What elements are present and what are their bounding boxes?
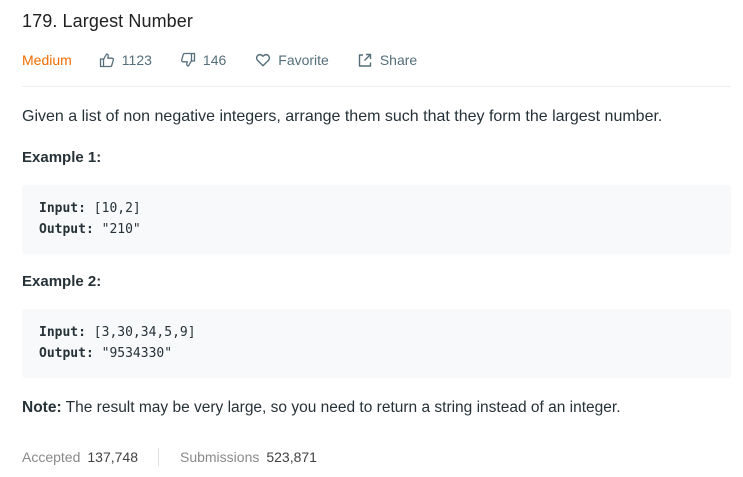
like-count: 1123 [121,52,152,68]
example-1-input-value: [10,2] [93,201,141,216]
example-1-output-line: Output: "210" [39,219,714,240]
example-1-input-line: Input: [10,2] [39,198,714,219]
example-2-output-value: "9534330" [101,346,173,361]
like-button[interactable]: 1123 [99,52,152,68]
example-2-input-line: Input: [3,30,34,5,9] [39,322,714,343]
difficulty-badge: Medium [22,52,72,68]
share-button[interactable]: Share [357,52,417,68]
dislike-button[interactable]: 146 [180,52,226,68]
problem-meta-bar: Medium 1123 146 Favorite Share [22,50,417,70]
example-1-code-block: Input: [10,2] Output: "210" [22,185,731,254]
submissions-value: 523,871 [266,449,317,465]
submissions-label: Submissions [179,449,260,465]
heart-icon [256,53,271,67]
example-1-output-label: Output: [39,222,94,237]
submission-stats: Accepted 137,748 Submissions 523,871 [22,448,317,466]
favorite-label: Favorite [278,52,329,68]
example-1-title: Example 1: [22,149,102,166]
favorite-button[interactable]: Favorite [255,52,329,68]
share-label: Share [379,52,418,68]
example-2-output-label: Output: [39,346,94,361]
example-2-input-value: [3,30,34,5,9] [93,325,196,340]
example-1-input-label: Input: [39,201,86,216]
problem-description: Given a list of non negative integers, a… [22,108,663,125]
example-2-title: Example 2: [22,273,102,290]
example-1-output-value: "210" [101,222,141,237]
stats-divider [157,448,159,466]
example-2-output-line: Output: "9534330" [39,343,714,364]
note-paragraph: Note: The result may be very large, so y… [22,398,621,418]
example-2-input-label: Input: [39,325,86,340]
note-text: The result may be very large, so you nee… [65,399,621,416]
accepted-value: 137,748 [87,449,138,465]
problem-page: 179. Largest Number Medium 1123 146 Favo… [0,0,743,477]
share-icon [358,53,372,67]
problem-title: 179. Largest Number [22,11,193,31]
dislike-count: 146 [202,52,227,68]
example-2-code-block: Input: [3,30,34,5,9] Output: "9534330" [22,309,731,378]
note-label: Note: [22,399,62,416]
thumbs-down-icon [180,52,196,67]
accepted-label: Accepted [22,449,81,465]
divider [22,86,731,87]
thumbs-up-icon [99,53,114,68]
